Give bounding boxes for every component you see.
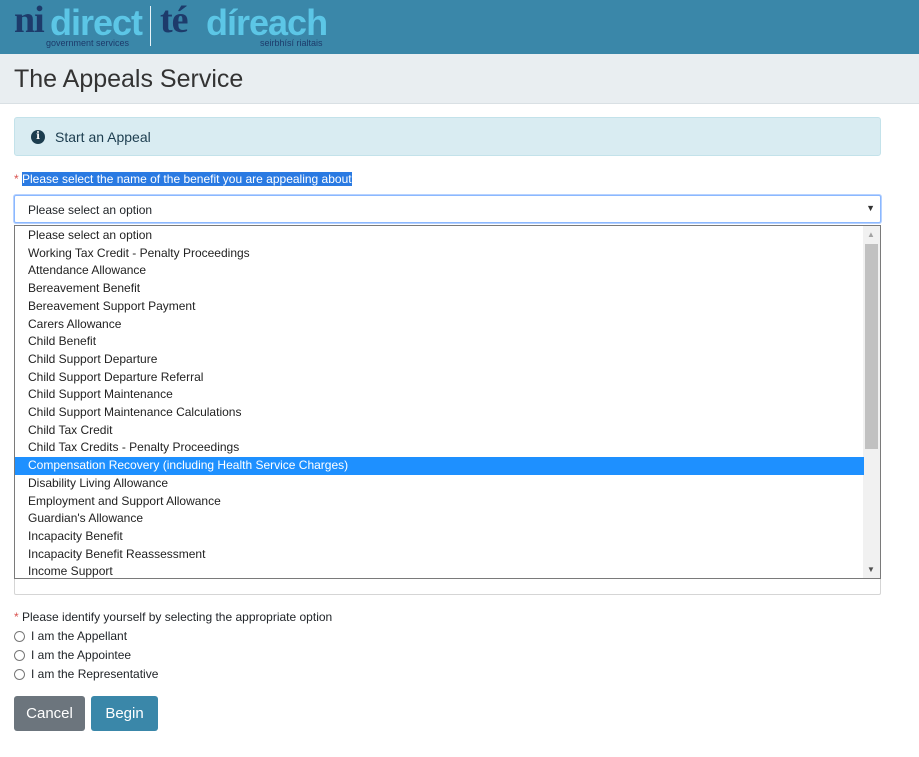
radio-button[interactable] (14, 668, 25, 680)
alert-text: Start an Appeal (55, 129, 151, 145)
dropdown-option[interactable]: Child Support Maintenance (15, 386, 864, 404)
scrollbar-thumb[interactable] (865, 244, 878, 449)
chevron-down-icon: ▼ (866, 203, 875, 213)
begin-button[interactable]: Begin (91, 696, 158, 731)
scroll-up-arrow-icon[interactable]: ▲ (867, 230, 875, 239)
logo-gov-subtitle: government services (46, 38, 130, 48)
site-header: ni direct government services té díreach… (0, 0, 919, 54)
benefit-options-dropdown[interactable]: ▲ ▼ Please select an option Working Tax C… (14, 225, 881, 579)
dropdown-option[interactable]: Child Support Departure Referral (15, 369, 864, 387)
info-icon: i (31, 130, 45, 144)
dropdown-option[interactable]: Compensation Recovery (including Health … (15, 457, 864, 475)
radio-appointee[interactable]: I am the Appointee (14, 647, 131, 663)
dropdown-option[interactable]: Child Support Departure (15, 351, 864, 369)
identity-question-text: Please identify yourself by selecting th… (22, 610, 333, 624)
cancel-button[interactable]: Cancel (14, 696, 85, 731)
identity-question-label: * Please identify yourself by selecting … (14, 610, 332, 624)
logo-divider (150, 6, 151, 46)
radio-representative[interactable]: I am the Representative (14, 666, 158, 682)
dropdown-option[interactable]: Working Tax Credit - Penalty Proceedings (15, 245, 864, 263)
dropdown-option[interactable]: Attendance Allowance (15, 262, 864, 280)
radio-button[interactable] (14, 630, 25, 642)
dropdown-option[interactable]: Child Tax Credits - Penalty Proceedings (15, 439, 864, 457)
dropdown-option[interactable]: Please select an option (15, 227, 864, 245)
dropdown-option[interactable]: Incapacity Benefit Reassessment (15, 546, 864, 564)
dropdown-option[interactable]: Disability Living Allowance (15, 475, 864, 493)
dropdown-scrollbar[interactable]: ▲ ▼ (863, 226, 880, 578)
dropdown-option[interactable]: Employment and Support Allowance (15, 493, 864, 511)
radio-label: I am the Appellant (31, 629, 128, 643)
scroll-down-arrow-icon[interactable]: ▼ (867, 565, 875, 574)
radio-label: I am the Appointee (31, 648, 132, 662)
dropdown-option[interactable]: Guardian's Allowance (15, 510, 864, 528)
logo-ni-text: ni (14, 0, 45, 41)
select-field-border (14, 579, 881, 595)
logo-irish-subtitle: seirbhísí rialtais (260, 38, 323, 48)
required-marker: * (14, 610, 19, 624)
radio-label: I am the Representative (31, 667, 159, 681)
benefit-select-value: Please select an option (28, 203, 153, 217)
dropdown-option[interactable]: Bereavement Benefit (15, 280, 864, 298)
dropdown-option[interactable]: Incapacity Benefit (15, 528, 864, 546)
benefit-question-label: * Please select the name of the benefit … (14, 172, 352, 186)
start-appeal-alert: i Start an Appeal (14, 117, 881, 156)
dropdown-option[interactable]: Child Benefit (15, 333, 864, 351)
dropdown-option[interactable]: Carers Allowance (15, 316, 864, 334)
benefit-question-text: Please select the name of the benefit yo… (22, 172, 352, 186)
logo-te-text: té (160, 0, 189, 41)
dropdown-option[interactable]: Child Tax Credit (15, 422, 864, 440)
dropdown-option[interactable]: Bereavement Support Payment (15, 298, 864, 316)
radio-appellant[interactable]: I am the Appellant (14, 628, 127, 644)
title-bar: The Appeals Service (0, 54, 919, 104)
dropdown-option[interactable]: Income Support (15, 563, 864, 578)
benefit-select[interactable]: Please select an option ▼ (14, 195, 881, 223)
page-title: The Appeals Service (14, 65, 244, 93)
radio-button[interactable] (14, 649, 25, 661)
required-marker: * (14, 172, 19, 186)
dropdown-option[interactable]: Child Support Maintenance Calculations (15, 404, 864, 422)
